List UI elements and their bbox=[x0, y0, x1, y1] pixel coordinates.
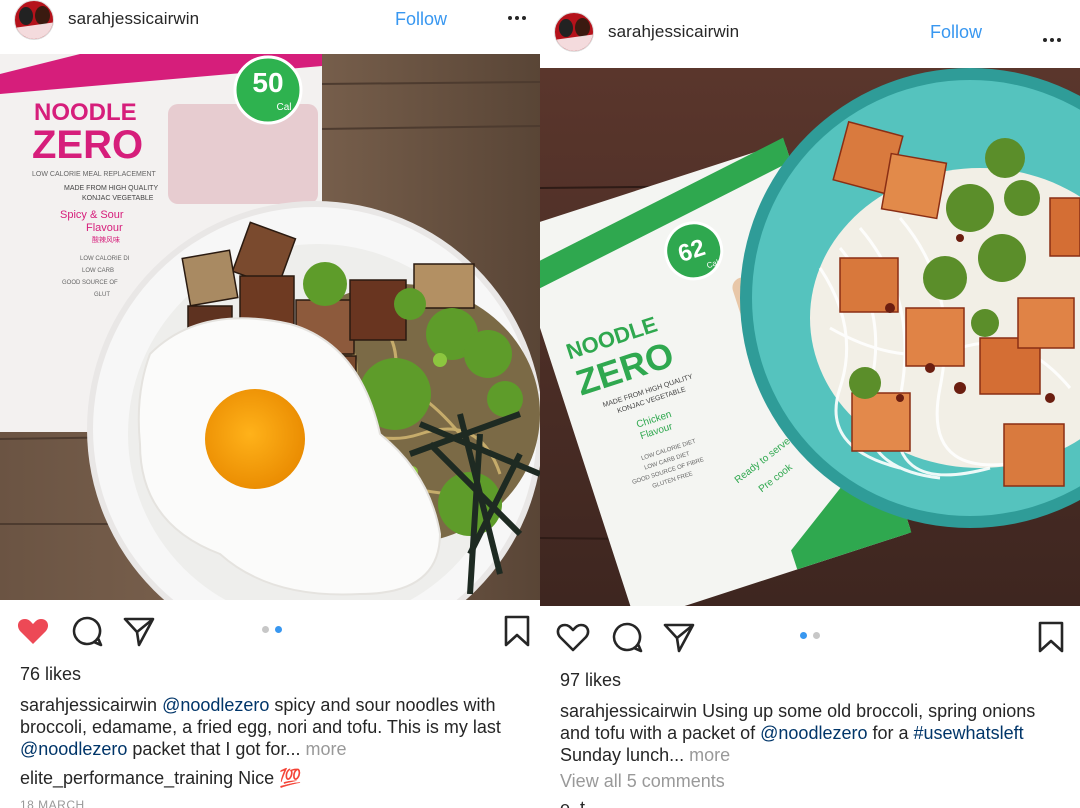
more-options-icon[interactable] bbox=[1043, 38, 1063, 44]
comment-username[interactable]: elite_performance_training bbox=[20, 768, 233, 788]
heart-icon[interactable] bbox=[16, 614, 50, 648]
follow-button[interactable]: Follow bbox=[395, 9, 447, 30]
post-caption: sarahjessicairwin @noodlezero spicy and … bbox=[20, 694, 525, 760]
packet-flavour-2: Flavour bbox=[86, 222, 123, 234]
mention-link[interactable]: @noodlezero bbox=[760, 723, 867, 743]
post-left: sarahjessicairwin Follow 50 Cal NOODLE Z… bbox=[0, 0, 540, 808]
caption-text: for a bbox=[867, 723, 914, 743]
carousel-indicator bbox=[800, 632, 824, 640]
packet-bullet: GLUT bbox=[94, 292, 110, 298]
caption-username[interactable]: sarahjessicairwin bbox=[560, 701, 697, 721]
carousel-dot bbox=[262, 626, 269, 633]
mention-link[interactable]: @noodlezero bbox=[162, 695, 269, 715]
comment-partial: e_t... bbox=[560, 798, 601, 808]
carousel-dot-active bbox=[800, 632, 807, 639]
more-link[interactable]: more bbox=[305, 739, 346, 759]
hashtag-link[interactable]: #usewhatsleft bbox=[914, 723, 1024, 743]
packet-flavour-1: Spicy & Sour bbox=[60, 209, 124, 221]
post-right: sarahjessicairwin Follow 62 Cal NOODLE Z… bbox=[540, 0, 1080, 808]
share-icon[interactable] bbox=[122, 614, 156, 648]
likes-count[interactable]: 76 likes bbox=[20, 664, 81, 685]
packet-bullet: GOOD SOURCE OF bbox=[62, 280, 118, 286]
hundred-emoji-icon: 💯 bbox=[279, 768, 302, 788]
packet-made-from: MADE FROM HIGH QUALITY bbox=[64, 185, 158, 192]
post-photo[interactable]: 50 Cal NOODLE ZERO LOW CALORIE MEAL REPL… bbox=[0, 54, 540, 600]
carousel-dot-active bbox=[275, 626, 282, 633]
heart-icon[interactable] bbox=[556, 620, 590, 654]
packet-subtitle: LOW CALORIE MEAL REPLACEMENT bbox=[32, 171, 157, 178]
carousel-dot bbox=[813, 632, 820, 639]
post-photo[interactable]: 62 Cal NOODLE ZERO MADE FROM HIGH QUALIT… bbox=[540, 68, 1080, 606]
packet-bullet: LOW CALORIE DI bbox=[80, 256, 130, 262]
avatar[interactable] bbox=[14, 0, 54, 40]
packet-konjac: KONJAC VEGETABLE bbox=[82, 195, 154, 202]
packet-brand-line2: ZERO bbox=[32, 123, 143, 167]
action-bar bbox=[540, 618, 1080, 662]
likes-count[interactable]: 97 likes bbox=[560, 670, 621, 691]
avatar[interactable] bbox=[554, 12, 594, 52]
post-date: 18 MARCH bbox=[20, 798, 85, 808]
bookmark-icon[interactable] bbox=[1034, 620, 1068, 654]
post-header: sarahjessicairwin Follow bbox=[0, 0, 540, 52]
mention-link[interactable]: @noodlezero bbox=[20, 739, 127, 759]
food-photo-image: 62 Cal NOODLE ZERO MADE FROM HIGH QUALIT… bbox=[540, 68, 1080, 606]
packet-calories: 50 bbox=[252, 67, 283, 98]
post-header: sarahjessicairwin Follow bbox=[540, 8, 1080, 60]
caption-username[interactable]: sarahjessicairwin bbox=[20, 695, 157, 715]
caption-text: Sunday lunch... bbox=[560, 745, 685, 765]
comment-icon[interactable] bbox=[610, 620, 644, 654]
food-photo-image: 50 Cal NOODLE ZERO LOW CALORIE MEAL REPL… bbox=[0, 54, 540, 600]
caption-text: packet that I got for... bbox=[127, 739, 301, 759]
action-bar bbox=[0, 612, 540, 656]
share-icon[interactable] bbox=[662, 620, 696, 654]
post-caption: sarahjessicairwin Using up some old broc… bbox=[560, 700, 1065, 766]
follow-button[interactable]: Follow bbox=[930, 22, 982, 43]
packet-bullet: LOW CARB bbox=[82, 268, 114, 274]
comment: elite_performance_training Nice 💯 bbox=[20, 768, 302, 789]
packet-cal-unit: Cal bbox=[276, 102, 291, 113]
username[interactable]: sarahjessicairwin bbox=[608, 22, 739, 42]
view-all-comments-link[interactable]: View all 5 comments bbox=[560, 771, 725, 792]
packet-brand-line1: NOODLE bbox=[34, 99, 137, 126]
carousel-indicator bbox=[262, 626, 286, 634]
more-options-icon[interactable] bbox=[508, 16, 528, 22]
packet-chinese: 酸辣风味 bbox=[92, 235, 120, 244]
bookmark-icon[interactable] bbox=[500, 614, 534, 648]
username[interactable]: sarahjessicairwin bbox=[68, 9, 199, 29]
comment-icon[interactable] bbox=[70, 614, 104, 648]
comment-text: Nice bbox=[238, 768, 275, 788]
more-link[interactable]: more bbox=[689, 745, 730, 765]
